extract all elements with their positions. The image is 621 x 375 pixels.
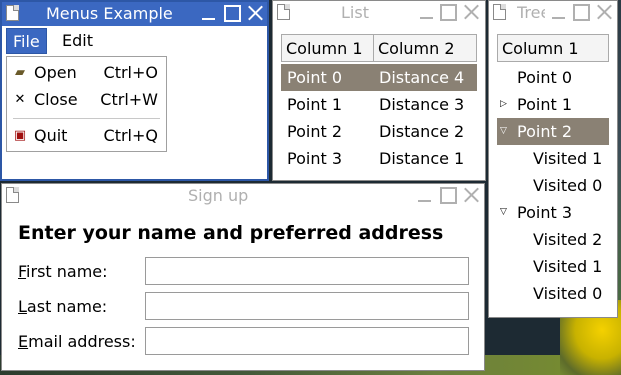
maximize-icon[interactable] — [573, 4, 590, 21]
close-icon[interactable] — [596, 4, 613, 21]
tree-node[interactable]: Visited 0 — [497, 172, 609, 199]
expander-collapsed-icon[interactable]: ▷ — [500, 91, 507, 118]
menus-titlebar[interactable]: Menus Example — [2, 2, 267, 26]
tree-window: Tree Column 1 Point 0 ▷ Point 1 ▽ Point … — [488, 0, 618, 318]
tree-node[interactable]: Visited 1 — [497, 253, 609, 280]
close-x-icon: ✕ — [14, 92, 26, 107]
file-menu-popup: ▰ Open Ctrl+O ✕ Close Ctrl+W ▣ Quit Ctrl… — [6, 56, 167, 152]
minimize-icon[interactable] — [416, 187, 433, 204]
signup-window: Sign up Enter your name and preferred ad… — [1, 183, 485, 371]
menu-item-open[interactable]: ▰ Open Ctrl+O — [7, 61, 166, 85]
list-titlebar[interactable]: List — [273, 1, 485, 25]
close-icon[interactable] — [463, 187, 480, 204]
close-icon[interactable] — [463, 4, 480, 21]
list-row[interactable]: Point 0 Distance 4 — [281, 64, 477, 91]
window-document-icon — [6, 187, 19, 203]
minimize-icon[interactable] — [418, 4, 435, 21]
minimize-icon[interactable] — [550, 4, 567, 21]
signup-heading: Enter your name and preferred address — [18, 222, 444, 244]
window-document-icon — [6, 5, 19, 21]
email-address-field[interactable] — [145, 327, 469, 355]
list-header-column-1[interactable]: Column 1 — [281, 34, 374, 62]
tree-node[interactable]: Visited 1 — [497, 145, 609, 172]
menus-example-window: Menus Example File Edit ▰ Open Ctrl+O ✕ … — [0, 0, 269, 181]
tree-node[interactable]: ▷ Point 1 — [497, 91, 609, 118]
open-folder-icon: ▰ — [15, 65, 25, 80]
minimize-icon[interactable] — [200, 5, 217, 22]
last-name-field[interactable] — [145, 292, 469, 320]
last-name-label: Last name: — [18, 297, 108, 316]
expander-expanded-icon[interactable]: ▽ — [500, 118, 507, 145]
list-row[interactable]: Point 1 Distance 3 — [281, 91, 477, 118]
maximize-icon[interactable] — [440, 187, 457, 204]
window-title: Tree — [517, 3, 545, 22]
menu-separator — [13, 118, 160, 119]
tree-node[interactable]: ▽ Point 2 — [497, 118, 609, 145]
first-name-label: First name: — [18, 262, 108, 281]
maximize-icon[interactable] — [440, 4, 457, 21]
email-address-label: Email address: — [18, 332, 136, 351]
close-icon[interactable] — [247, 5, 264, 22]
window-document-icon — [493, 4, 506, 20]
menu-edit[interactable]: Edit — [56, 28, 99, 54]
quit-door-icon: ▣ — [13, 128, 27, 143]
tree-node[interactable]: Visited 2 — [497, 226, 609, 253]
first-name-field[interactable] — [145, 257, 469, 285]
menubar: File Edit — [4, 26, 265, 56]
window-document-icon — [277, 4, 290, 20]
list-window: List Column 1 Column 2 Point 0 Distance … — [272, 0, 486, 181]
tree-node[interactable]: Point 0 — [497, 64, 609, 91]
window-title: List — [341, 3, 369, 22]
menu-item-close[interactable]: ✕ Close Ctrl+W — [7, 88, 166, 112]
tree-header-column-1[interactable]: Column 1 — [497, 34, 609, 62]
list-header-column-2[interactable]: Column 2 — [373, 34, 477, 62]
window-title: Menus Example — [46, 4, 173, 23]
menu-item-quit[interactable]: ▣ Quit Ctrl+Q — [7, 124, 166, 148]
signup-titlebar[interactable]: Sign up — [2, 184, 484, 208]
list-row[interactable]: Point 3 Distance 1 — [281, 145, 477, 172]
window-title: Sign up — [188, 186, 249, 205]
tree-titlebar[interactable]: Tree — [489, 1, 617, 25]
menu-file[interactable]: File — [6, 28, 47, 54]
expander-expanded-icon[interactable]: ▽ — [500, 199, 507, 226]
maximize-icon[interactable] — [224, 5, 241, 22]
tree-node[interactable]: ▽ Point 3 — [497, 199, 609, 226]
tree-node[interactable]: Visited 0 — [497, 280, 609, 307]
list-row[interactable]: Point 2 Distance 2 — [281, 118, 477, 145]
